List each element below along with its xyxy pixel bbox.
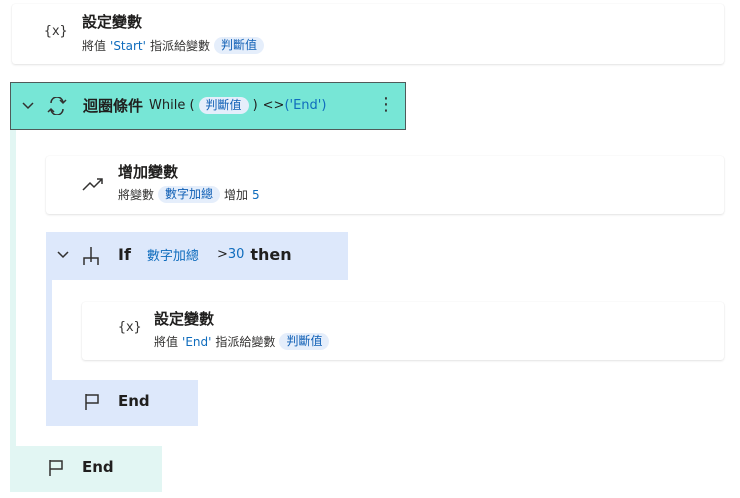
if-block-header[interactable]: If 數字加總 > 30 then: [46, 232, 348, 280]
if-keyword: If: [118, 245, 131, 264]
end-loop-block[interactable]: End: [10, 446, 162, 492]
action-description: 將值 'End' 指派給變數 判斷值: [154, 333, 333, 350]
flag-icon: [85, 394, 99, 410]
action-description: 將值 'Start' 指派給變數 判斷值: [82, 37, 268, 54]
end-label: End: [118, 392, 150, 410]
variable-name[interactable]: 數字加總: [147, 245, 199, 264]
variable-pill[interactable]: 判斷值: [198, 97, 249, 114]
text-middle: 指派給變數: [215, 335, 276, 349]
loop-icon: [47, 97, 67, 115]
action-set-variable-start[interactable]: {x} 設定變數 將值 'Start' 指派給變數 判斷值: [12, 4, 724, 64]
action-set-variable-end[interactable]: {x} 設定變數 將值 'End' 指派給變數 判斷值: [82, 302, 724, 360]
variable-pill[interactable]: 數字加總: [158, 186, 221, 203]
amount-literal: 5: [252, 187, 260, 202]
action-increase-variable[interactable]: 增加變數 將變數 數字加總 增加 5: [46, 156, 724, 214]
action-title: 增加變數: [118, 163, 179, 181]
chevron-down-icon[interactable]: [22, 102, 34, 110]
value-literal: 30: [227, 247, 245, 262]
action-title: 設定變數: [154, 310, 215, 328]
action-description: 將變數 數字加總 增加 5: [118, 186, 260, 203]
if-body-rail: [46, 280, 52, 380]
while-loop-header[interactable]: 迴圈條件 While ( 判斷值 ) <> ('End') ⋮: [10, 82, 406, 130]
trending-up-icon: [82, 178, 103, 191]
loop-body-rail: [10, 130, 16, 446]
text-middle: 增加: [224, 188, 249, 202]
value-literal: ('End'): [284, 98, 327, 113]
operator: >: [216, 247, 228, 262]
then-keyword: then: [250, 245, 292, 264]
action-title: 設定變數: [82, 13, 143, 31]
end-if-block[interactable]: End: [46, 380, 198, 426]
variable-pill[interactable]: 判斷值: [213, 37, 264, 54]
value-literal: 'End': [182, 334, 212, 349]
variable-icon: {x}: [44, 24, 68, 39]
while-keyword: While (: [149, 98, 195, 113]
paren-close: ): [252, 98, 258, 113]
chevron-down-icon[interactable]: [57, 251, 69, 259]
variable-icon: {x}: [118, 320, 142, 335]
text-prefix: 將值: [82, 39, 107, 53]
text-prefix: 將變數: [118, 188, 155, 202]
text-prefix: 將值: [154, 335, 179, 349]
flag-icon: [49, 460, 63, 476]
variable-pill[interactable]: 判斷值: [279, 333, 330, 350]
operator: <>: [262, 98, 285, 113]
more-options-icon[interactable]: ⋮: [377, 94, 395, 115]
end-label: End: [82, 458, 114, 476]
loop-title: 迴圈條件: [83, 97, 144, 115]
value-literal: 'Start': [110, 38, 146, 53]
branch-icon: [83, 247, 99, 265]
text-middle: 指派給變數: [149, 39, 210, 53]
